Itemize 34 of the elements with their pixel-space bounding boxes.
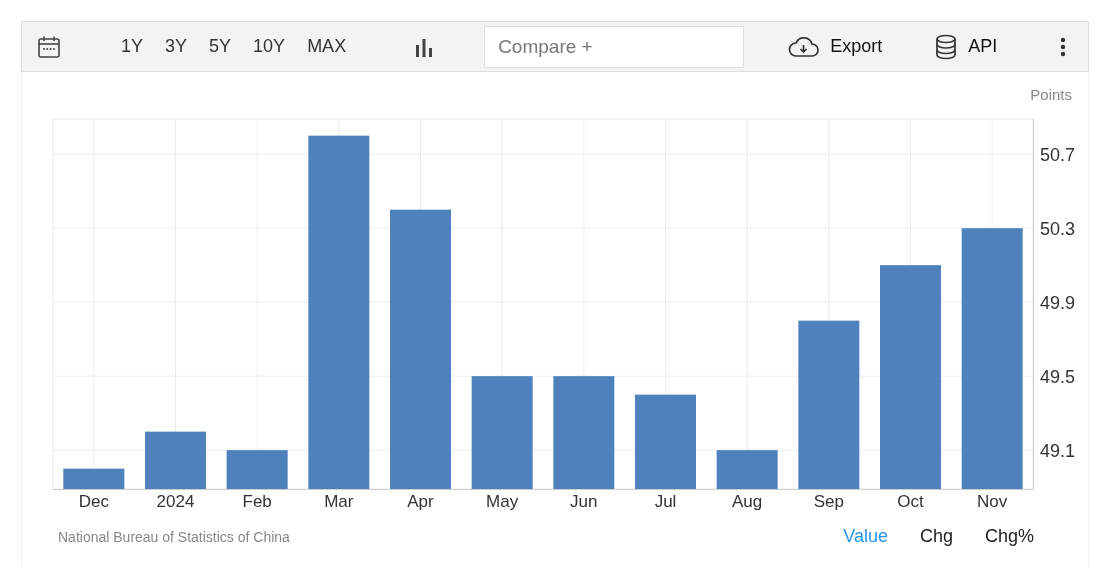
range-button[interactable]: 1Y [114, 32, 151, 61]
axis-label: Aug [732, 492, 763, 511]
axis-label: Oct [897, 492, 924, 511]
axis-label: Feb [242, 492, 272, 511]
axis-label: Sep [813, 492, 844, 511]
axis-label: Mar [324, 492, 354, 511]
axis-label: 49.1 [1040, 441, 1076, 462]
api-button[interactable]: API [935, 29, 998, 64]
range-button[interactable]: 5Y [202, 32, 239, 61]
compare-field[interactable]: Compare + [484, 25, 745, 68]
axis-label: 2024 [156, 492, 195, 511]
unit-label: Points [1030, 86, 1072, 103]
axis-label: Dec [78, 492, 109, 511]
axis-label: Jul [654, 492, 677, 511]
source-text: National Bureau of Statistics of China [58, 528, 290, 545]
axis-label: 49.5 [1040, 367, 1076, 388]
range-button[interactable]: 3Y [158, 32, 195, 61]
axis-label: 50.3 [1040, 219, 1076, 240]
view-tab[interactable]: Chg% [970, 524, 1048, 549]
calendar-icon[interactable] [37, 34, 61, 59]
axis-label: 50.7 [1040, 145, 1076, 166]
axis-label: May [486, 492, 519, 511]
axis-label: Apr [407, 492, 434, 511]
database-icon [935, 33, 958, 60]
axis-label: Nov [977, 492, 1008, 511]
axis-label: Jun [570, 492, 598, 511]
more-menu-icon[interactable] [1060, 36, 1066, 57]
export-button[interactable]: Export [788, 31, 883, 62]
axis-label: 49.9 [1040, 293, 1076, 314]
view-tab[interactable]: Chg [905, 524, 967, 549]
range-button[interactable]: 10Y [246, 32, 293, 61]
bar-chart-icon[interactable] [415, 36, 434, 57]
range-button[interactable]: MAX [300, 32, 354, 61]
cloud-download-icon [788, 35, 820, 58]
